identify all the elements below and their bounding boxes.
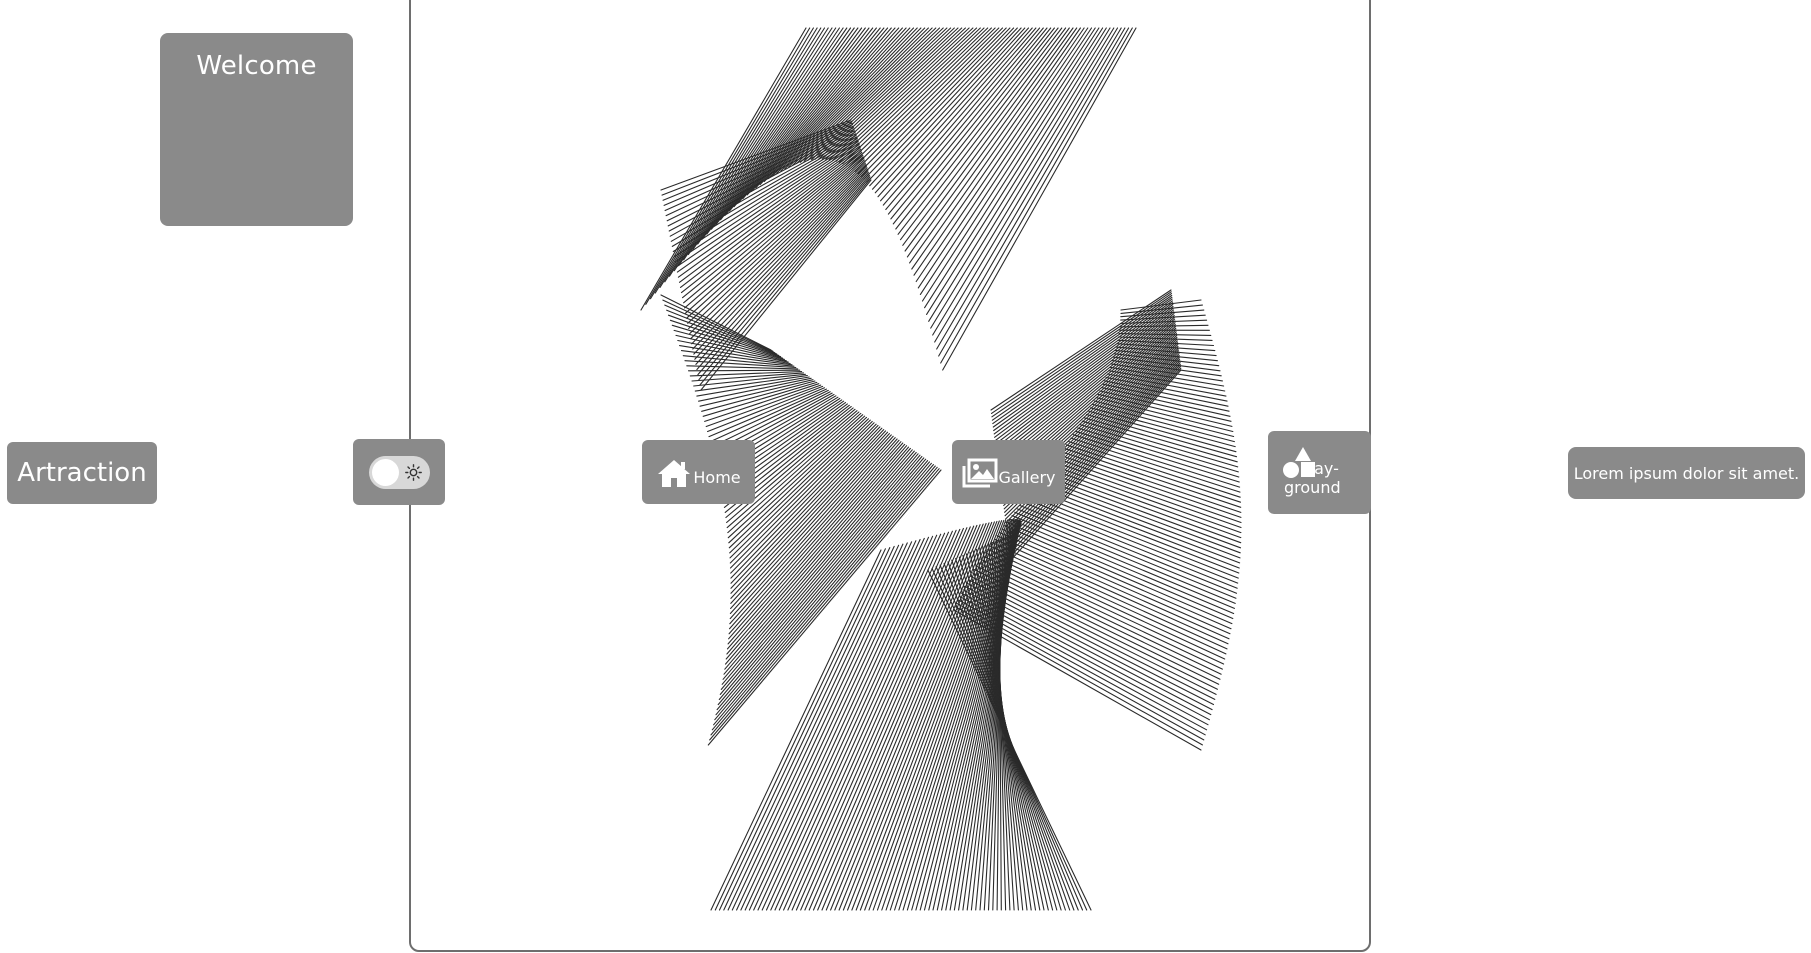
welcome-card: Welcome [160, 33, 353, 226]
nav-home-label: Home [693, 468, 741, 487]
artwork-canvas [409, 0, 1371, 952]
string-art [640, 27, 1242, 911]
page: Welcome Artraction Home Gallery Play- gr… [0, 0, 1811, 953]
home-icon [658, 460, 691, 487]
brand-logo-button[interactable]: Artraction [7, 442, 157, 504]
toggle-track[interactable] [368, 455, 430, 489]
nav-gallery-button[interactable]: Gallery [952, 440, 1065, 504]
nav-playground-button[interactable]: Play- ground [1268, 431, 1371, 514]
nav-gallery-label: Gallery [998, 468, 1056, 487]
nav-playground-label-line1: Play- [1300, 459, 1339, 478]
toggle-knob [371, 458, 399, 486]
sun-icon [404, 463, 422, 481]
gallery-icon [962, 458, 997, 488]
welcome-title: Welcome [196, 51, 317, 81]
tagline-pill: Lorem ipsum dolor sit amet. [1568, 447, 1805, 499]
theme-toggle-button[interactable] [353, 439, 445, 505]
nav-playground-label-line2: ground [1284, 478, 1341, 497]
nav-home-button[interactable]: Home [642, 440, 755, 504]
